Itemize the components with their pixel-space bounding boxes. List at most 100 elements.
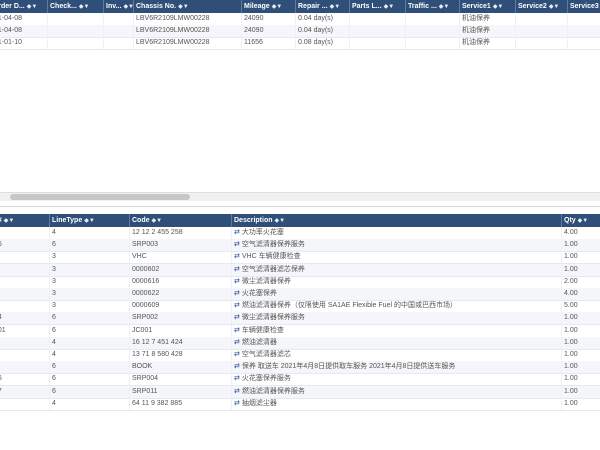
sort-filter-icon[interactable]: ◆▼ <box>493 4 504 10</box>
table-cell: ⇄ 微尘滤清器保养 <box>232 275 562 288</box>
column-header[interactable]: Parts L... ◆▼ <box>350 0 406 13</box>
table-row[interactable]: 4 12 12 2 455 258 ⇄ 大功率火花塞 4.00 <box>0 227 600 240</box>
table-cell: 1.00 <box>562 251 600 263</box>
cell-text: 抽烟滤尘器 <box>241 399 277 407</box>
table-cell: 5.00 <box>562 300 600 312</box>
table-cell: 3 <box>50 300 130 313</box>
table-row[interactable]: 3 0000622 ⇄ 火花塞保养 4.00 <box>0 288 600 301</box>
table-row[interactable]: 6 BOOK ⇄ 保养 取送车 2021年4月8日提供取车服务 2021年4月8日提供… <box>0 361 600 375</box>
table-cell: BOOK <box>130 361 232 374</box>
swap-arrows-icon[interactable]: ⇄ <box>234 302 240 309</box>
sort-filter-icon[interactable]: ◆▼ <box>27 4 38 10</box>
table-cell: 24090 <box>242 25 296 38</box>
sort-filter-icon[interactable]: ◆▼ <box>178 4 189 10</box>
cell-text: 燃油滤清器 <box>241 338 277 346</box>
table-row[interactable]: 4 64 11 9 382 885 ⇄ 抽烟滤尘器 1.00 <box>0 397 600 411</box>
table-row[interactable]: 21-04-08 LBV6R2109LMW00228 24090 0.04 day(s… <box>0 25 600 39</box>
table-cell <box>0 251 50 264</box>
column-header[interactable]: Traffic ... ◆▼ <box>406 0 460 13</box>
table-row[interactable]: 0016JC001⇄车辆健康检查1.00 <box>0 324 600 338</box>
table-cell: 6 <box>50 361 130 374</box>
cell-text: 4 <box>52 229 56 236</box>
table-row[interactable]: 4 16 12 7 451 424 ⇄ 燃油滤清器 1.00 <box>0 336 600 350</box>
cell-text: 05 <box>0 241 2 248</box>
column-header[interactable]: Inv... ◆▼ <box>104 0 134 13</box>
swap-arrows-icon[interactable]: ⇄ <box>234 363 240 370</box>
table-row[interactable]: 3 0000602 ⇄ 空气滤清器滤芯保养 1.00 <box>0 263 600 277</box>
column-header[interactable]: Repair ... ◆▼ <box>296 0 350 13</box>
column-header[interactable]: Chassis No. ◆▼ <box>134 0 242 13</box>
column-header[interactable]: Code ◆▼ <box>130 214 232 227</box>
column-header[interactable]: Service1 ◆▼ <box>460 0 516 13</box>
table-row[interactable]: 21-01-10 LBV6R2109LMW00228 11656 0.08 day(s… <box>0 37 600 51</box>
column-header[interactable]: Service2 ◆▼ <box>516 0 568 13</box>
column-header[interactable]: LineType ◆▼ <box>50 214 130 227</box>
table-cell: 21-04-08 <box>0 13 48 25</box>
cell-text: 火花塞保养 <box>241 290 277 297</box>
table-row[interactable]: 046SRP002⇄微尘滤清器保养服务1.00 <box>0 312 600 326</box>
sort-filter-icon[interactable]: ◆▼ <box>84 218 95 224</box>
swap-arrows-icon[interactable]: ⇄ <box>234 327 240 334</box>
table-cell <box>516 37 568 50</box>
sort-filter-icon[interactable]: ◆▼ <box>275 218 286 224</box>
swap-arrows-icon[interactable]: ⇄ <box>234 229 240 236</box>
sort-filter-icon[interactable]: ◆▼ <box>439 4 450 10</box>
table-cell: 4 <box>50 397 130 410</box>
sort-filter-icon[interactable]: ◆▼ <box>272 4 283 10</box>
column-header[interactable]: order D...◆▼ <box>0 0 48 13</box>
sort-filter-icon[interactable]: ◆▼ <box>152 218 163 224</box>
sort-filter-icon[interactable]: ◆▼ <box>549 4 560 10</box>
cell-text: 0000609 <box>132 302 160 310</box>
swap-arrows-icon[interactable]: ⇄ <box>234 375 240 382</box>
column-header[interactable]: Mileage ◆▼ <box>242 0 296 13</box>
swap-arrows-icon[interactable]: ⇄ <box>234 339 240 346</box>
swap-arrows-icon[interactable]: ⇄ <box>234 266 240 273</box>
column-header[interactable]: Description ◆▼ <box>232 214 562 227</box>
table-row[interactable]: 4 13 71 8 580 428 ⇄ 空气滤清器滤芯 1.00 <box>0 349 600 362</box>
table-cell: 4 <box>50 336 130 349</box>
table-cell: 2.00 <box>562 276 600 288</box>
table-cell <box>0 336 50 349</box>
column-header[interactable]: e#◆▼ <box>0 214 50 227</box>
table-cell: 1.00 <box>562 264 600 276</box>
swap-arrows-icon[interactable]: ⇄ <box>234 400 240 407</box>
swap-arrows-icon[interactable]: ⇄ <box>234 253 240 260</box>
sort-filter-icon[interactable]: ◆▼ <box>578 218 589 224</box>
column-header[interactable]: Service3◆▼ <box>568 0 600 13</box>
table-cell: ⇄ 燃油滤清器 <box>232 336 562 349</box>
scrollbar-thumb[interactable] <box>10 194 190 200</box>
table-cell <box>48 13 104 25</box>
table-row[interactable]: 056SRP003⇄空气滤清器保养服务1.00 <box>0 239 600 253</box>
table-row[interactable]: 3 VHC ⇄ VHC 车辆健康检查 1.00 <box>0 251 600 265</box>
sort-filter-icon[interactable]: ◆▼ <box>4 218 15 224</box>
table-cell: ⇄ 保养 取送车 2021年4月8日提供取车服务 2021年4月8日提供送车服务 <box>232 361 562 374</box>
swap-arrows-icon[interactable]: ⇄ <box>234 388 240 395</box>
cell-text: 空气滤清器保养服务 <box>241 241 305 249</box>
table-row[interactable]: 3 0000609 ⇄ 燃油滤清器保养（仅限使用 SA1AE Flexible Fue… <box>0 300 600 314</box>
column-header[interactable]: Qty ◆▼ <box>562 214 600 227</box>
table-row[interactable]: 3 0000616 ⇄ 微尘滤清器保养 2.00 <box>0 275 600 289</box>
swap-arrows-icon[interactable]: ⇄ <box>234 241 240 248</box>
swap-arrows-icon[interactable]: ⇄ <box>234 314 240 321</box>
table-row[interactable]: 066SRP004⇄火花塞保养服务1.00 <box>0 373 600 387</box>
horizontal-scrollbar[interactable] <box>0 192 600 201</box>
table-cell <box>104 37 134 50</box>
swap-arrows-icon[interactable]: ⇄ <box>234 278 240 285</box>
table-row[interactable]: 076SRP011⇄燃油滤清器保养服务1.00 <box>0 385 600 399</box>
sort-filter-icon[interactable]: ◆▼ <box>79 4 90 10</box>
table-row[interactable]: 21-04-08 LBV6R2109LMW00228 24090 0.04 day(s… <box>0 13 600 26</box>
cell-text: 07 <box>0 388 2 395</box>
swap-arrows-icon[interactable]: ⇄ <box>234 351 240 358</box>
sort-filter-icon[interactable]: ◆▼ <box>384 4 395 10</box>
cell-text: LBV6R2109LMW00228 <box>136 15 210 22</box>
cell-text: 001 <box>0 326 6 334</box>
table-cell: 6 <box>50 324 130 337</box>
cell-text: SRP003 <box>132 241 159 249</box>
table-cell: VHC <box>130 251 232 264</box>
column-header[interactable]: Check... ◆▼ <box>48 0 104 13</box>
cell-text: SRP011 <box>132 387 158 395</box>
table-cell: 4.00 <box>562 288 600 300</box>
sort-filter-icon[interactable]: ◆▼ <box>330 4 341 10</box>
sort-filter-icon[interactable]: ◆▼ <box>123 4 133 10</box>
swap-arrows-icon[interactable]: ⇄ <box>234 290 240 297</box>
